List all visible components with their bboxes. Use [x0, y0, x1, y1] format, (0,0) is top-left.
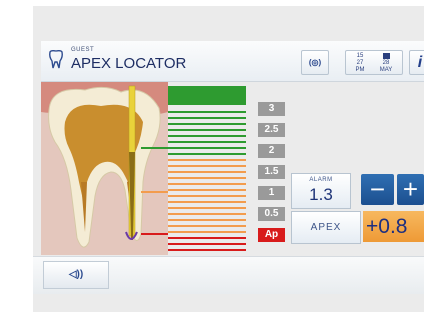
calendar-icon — [382, 53, 390, 59]
scale-bar — [168, 231, 246, 233]
scale-bar — [168, 129, 246, 131]
scale-bar — [168, 123, 246, 125]
sound-button[interactable]: ◁)) — [43, 261, 109, 289]
footer-bar: ◁)) — [33, 256, 424, 294]
scale-bar — [168, 171, 246, 173]
scale-bar — [168, 243, 246, 245]
scale-tick-1-5: 1.5 — [258, 165, 285, 179]
tooth-illustration — [41, 82, 168, 255]
scale-bar — [168, 213, 246, 215]
scale-bar — [168, 249, 246, 251]
scale-tick-apex: Ap — [258, 228, 285, 242]
date-display: 28 MAY — [375, 53, 397, 74]
apex-scale — [168, 86, 251, 251]
minus-icon: − — [369, 174, 386, 204]
alarm-increase-button[interactable]: + — [397, 174, 424, 205]
scale-bar — [168, 117, 246, 119]
scale-tick-0-5: 0.5 — [258, 207, 285, 221]
user-label: GUEST — [71, 47, 95, 53]
apex-label-box: APEX — [291, 211, 361, 244]
plus-icon: + — [402, 174, 419, 204]
alarm-value: 1.3 — [309, 185, 333, 204]
header-bar: GUEST APEX LOCATOR (◎) 15 27 PM 28 MAY i — [41, 41, 424, 82]
scale-tick-2-5: 2.5 — [258, 123, 285, 137]
apex-graph: 3 2.5 2 1.5 1 0.5 Ap — [41, 82, 285, 255]
signal-button[interactable]: (◎) — [301, 50, 329, 75]
alarm-display: ALARM 1.3 — [291, 173, 351, 209]
signal-icon: (◎) — [308, 58, 322, 67]
apex-label: APEX — [310, 222, 342, 233]
speaker-icon: ◁)) — [68, 269, 84, 280]
scale-bar — [168, 195, 246, 197]
scale-bar — [168, 201, 246, 203]
scale-bar — [168, 225, 246, 227]
scale-bar — [168, 147, 246, 149]
scale-bar — [168, 237, 246, 239]
alarm-label: ALARM — [309, 177, 333, 183]
scale-tick-2: 2 — [258, 144, 285, 158]
scale-bar — [168, 165, 246, 167]
scale-bar — [168, 111, 246, 113]
scale-bar — [168, 141, 246, 143]
info-button[interactable]: i — [409, 50, 424, 75]
scale-bar — [168, 207, 246, 209]
apex-locator-screen: GUEST APEX LOCATOR (◎) 15 27 PM 28 MAY i — [33, 6, 424, 312]
time-display: 15 27 PM — [355, 53, 365, 73]
alarm-decrease-button[interactable]: − — [361, 174, 394, 205]
page-title: APEX LOCATOR — [71, 55, 187, 72]
scale-zone-green — [168, 86, 246, 105]
scale-bar — [168, 159, 246, 161]
scale-bar — [168, 219, 246, 221]
scale-bar — [168, 183, 246, 185]
apex-offset-value: +0.8 — [363, 211, 424, 242]
info-icon: i — [417, 54, 423, 71]
scale-tick-1: 1 — [258, 186, 285, 200]
tooth-icon — [49, 49, 63, 69]
scale-tick-3: 3 — [258, 102, 285, 116]
scale-bar — [168, 135, 246, 137]
scale-bar — [168, 153, 246, 155]
scale-bar — [168, 177, 246, 179]
scale-bar — [168, 189, 246, 191]
date-time-button[interactable]: 15 27 PM 28 MAY — [345, 50, 403, 75]
